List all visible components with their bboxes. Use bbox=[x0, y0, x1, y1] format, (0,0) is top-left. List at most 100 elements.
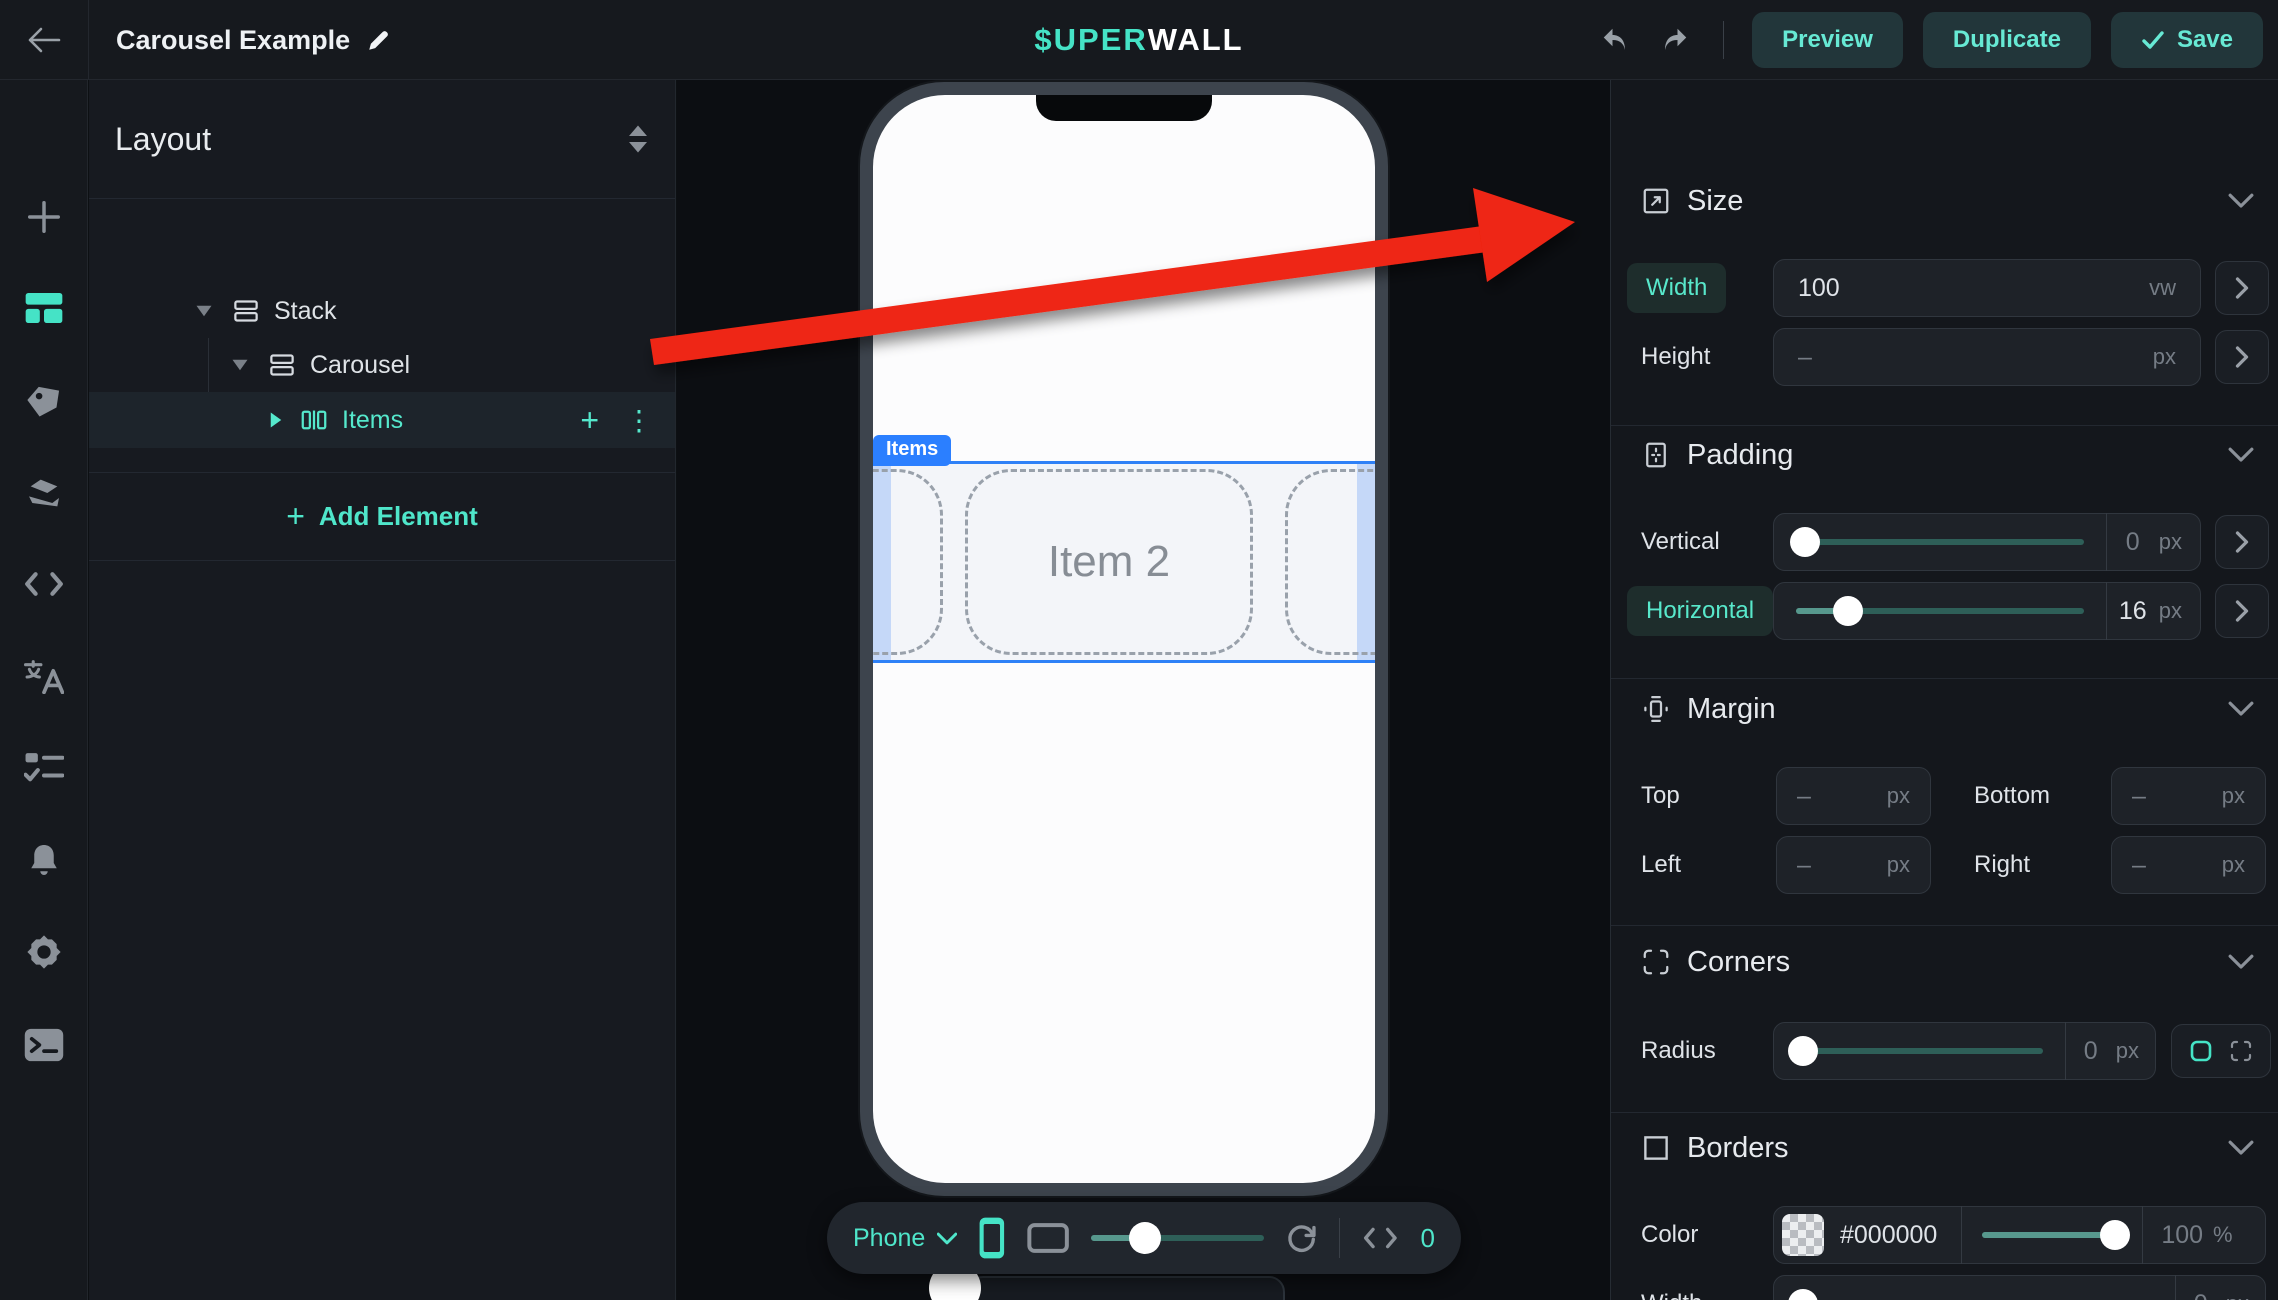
size-section-header[interactable]: Size bbox=[1611, 179, 2278, 223]
color-swatch[interactable] bbox=[1782, 1214, 1824, 1256]
chevron-right-icon bbox=[2234, 345, 2250, 369]
selection-badge: Items bbox=[873, 435, 951, 466]
landscape-device-icon[interactable] bbox=[1027, 1222, 1069, 1254]
redo-button[interactable] bbox=[1655, 20, 1695, 60]
settings-tool-button[interactable] bbox=[0, 920, 88, 984]
code-view-icon[interactable] bbox=[1362, 1225, 1399, 1251]
layout-panel-header: Layout bbox=[89, 80, 675, 198]
more-options-icon[interactable]: ⋮ bbox=[625, 404, 653, 437]
duplicate-button[interactable]: Duplicate bbox=[1923, 12, 2091, 68]
tag-tool-button[interactable] bbox=[0, 369, 88, 433]
slider-thumb[interactable] bbox=[1790, 527, 1820, 557]
border-opacity-slider[interactable] bbox=[1982, 1232, 2122, 1238]
height-expand-button[interactable] bbox=[2215, 330, 2269, 384]
width-input[interactable]: 100 vw bbox=[1773, 259, 2201, 317]
height-label[interactable]: Height bbox=[1641, 343, 1710, 371]
save-button[interactable]: Save bbox=[2111, 12, 2263, 68]
margin-left-value: – bbox=[1797, 851, 1811, 880]
borders-icon bbox=[1641, 1133, 1671, 1163]
padding-vertical-control[interactable]: 0 px bbox=[1773, 513, 2201, 571]
slider-thumb[interactable] bbox=[1833, 596, 1863, 626]
device-selector[interactable]: Phone bbox=[853, 1224, 957, 1253]
slider-thumb[interactable] bbox=[1788, 1289, 1818, 1300]
edit-pencil-icon[interactable] bbox=[366, 27, 392, 53]
margin-bottom-input[interactable]: – px bbox=[2111, 767, 2266, 825]
padding-horizontal-control[interactable]: 16 px bbox=[1773, 582, 2201, 640]
phone-screen[interactable]: Items Item 2 bbox=[873, 95, 1375, 1183]
padding-vertical-slider[interactable] bbox=[1796, 539, 2084, 545]
width-expand-button[interactable] bbox=[2215, 261, 2269, 315]
tree-item-stack[interactable]: Stack bbox=[89, 284, 675, 338]
zoom-slider-thumb[interactable] bbox=[1129, 1222, 1161, 1254]
margin-section-header[interactable]: Margin bbox=[1611, 687, 2278, 731]
width-unit: vw bbox=[2149, 275, 2176, 301]
expander-down-icon[interactable] bbox=[225, 358, 255, 372]
code-tool-button[interactable] bbox=[0, 552, 88, 616]
corners-section-header[interactable]: Corners bbox=[1611, 940, 2278, 984]
margin-left-input[interactable]: – px bbox=[1776, 836, 1931, 894]
console-tool-button[interactable] bbox=[0, 1013, 88, 1077]
back-button[interactable] bbox=[20, 20, 68, 60]
width-row: Width 100 vw bbox=[1611, 259, 2278, 317]
tree-item-carousel[interactable]: Carousel bbox=[89, 338, 675, 392]
padding-vertical-expand-button[interactable] bbox=[2215, 515, 2269, 569]
add-item-icon[interactable]: + bbox=[580, 404, 599, 436]
refresh-icon[interactable] bbox=[1286, 1221, 1317, 1255]
border-opacity-value: 100 bbox=[2161, 1221, 2203, 1250]
section-title: Corners bbox=[1687, 946, 1790, 979]
border-width-control[interactable]: 0 px bbox=[1773, 1275, 2266, 1300]
expander-right-icon[interactable] bbox=[261, 411, 291, 429]
canvas[interactable]: Items Item 2 Phone 0 bbox=[677, 80, 1610, 1300]
preview-button[interactable]: Preview bbox=[1752, 12, 1903, 68]
uniform-radius-icon[interactable] bbox=[2189, 1039, 2213, 1063]
notifications-tool-button[interactable] bbox=[0, 828, 88, 892]
layout-icon bbox=[24, 291, 64, 325]
margin-right-input[interactable]: – px bbox=[2111, 836, 2266, 894]
tag-icon bbox=[24, 383, 64, 419]
radius-label[interactable]: Radius bbox=[1641, 1037, 1716, 1065]
padding-horizontal-expand-button[interactable] bbox=[2215, 584, 2269, 638]
border-color-label[interactable]: Color bbox=[1641, 1221, 1698, 1249]
radius-control[interactable]: 0 px bbox=[1773, 1022, 2156, 1080]
tree-item-label: Carousel bbox=[310, 351, 410, 380]
undo-icon bbox=[1600, 26, 1630, 54]
layout-tool-button[interactable] bbox=[0, 276, 88, 340]
section-divider bbox=[1611, 678, 2278, 679]
slider-thumb[interactable] bbox=[1788, 1036, 1818, 1066]
margin-top-label: Top bbox=[1641, 782, 1680, 810]
localization-tool-button[interactable] bbox=[0, 645, 88, 709]
radius-slider[interactable] bbox=[1796, 1048, 2043, 1054]
padding-horizontal-label[interactable]: Horizontal bbox=[1627, 586, 1773, 636]
carousel-item-current[interactable]: Item 2 bbox=[965, 469, 1253, 655]
checklist-tool-button[interactable] bbox=[0, 735, 88, 799]
height-value: – bbox=[1798, 343, 1812, 372]
border-width-value: 0 bbox=[2176, 1290, 2226, 1300]
padding-vertical-value: 0 bbox=[2107, 528, 2159, 557]
padding-horizontal-slider[interactable] bbox=[1796, 608, 2084, 614]
add-tool-button[interactable] bbox=[0, 185, 88, 249]
margin-top-input[interactable]: – px bbox=[1776, 767, 1931, 825]
border-width-label[interactable]: Width bbox=[1641, 1290, 1702, 1300]
height-input[interactable]: – px bbox=[1773, 328, 2201, 386]
add-element-button[interactable]: + Add Element bbox=[89, 472, 675, 560]
zoom-slider[interactable] bbox=[1091, 1235, 1264, 1241]
slider-thumb[interactable] bbox=[2100, 1220, 2130, 1250]
border-color-hex[interactable]: #000000 bbox=[1840, 1221, 1937, 1250]
expander-down-icon[interactable] bbox=[189, 304, 219, 318]
padding-vertical-label[interactable]: Vertical bbox=[1641, 528, 1720, 556]
carousel-items-selection[interactable]: Item 2 bbox=[873, 461, 1375, 663]
checklist-icon bbox=[24, 751, 64, 783]
width-label[interactable]: Width bbox=[1627, 263, 1726, 313]
code-brackets-icon bbox=[23, 570, 65, 598]
portrait-device-icon[interactable] bbox=[979, 1216, 1005, 1260]
sort-panels-icon[interactable] bbox=[627, 124, 649, 154]
border-color-control[interactable]: #000000 100 % bbox=[1773, 1206, 2266, 1264]
padding-section-header[interactable]: Padding bbox=[1611, 433, 2278, 477]
tree-item-items[interactable]: Items + ⋮ bbox=[89, 392, 675, 448]
undo-button[interactable] bbox=[1595, 20, 1635, 60]
individual-corners-icon[interactable] bbox=[2229, 1039, 2253, 1063]
translate-icon bbox=[24, 660, 64, 694]
code-issue-count: 0 bbox=[1421, 1223, 1435, 1254]
theme-tool-button[interactable] bbox=[0, 461, 88, 525]
borders-section-header[interactable]: Borders bbox=[1611, 1126, 2278, 1170]
